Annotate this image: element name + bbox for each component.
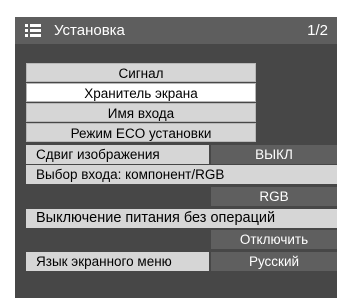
menu-list-icon (25, 24, 41, 37)
menu-title: Установка (54, 22, 125, 39)
page-indicator: 1/2 (307, 22, 328, 39)
menu-frame: Установка 1/2 Сигнал Хранитель экрана Им… (15, 17, 337, 298)
osd-language-label[interactable]: Язык экранного меню (26, 252, 209, 271)
no-activity-power-off-label[interactable]: Выключение питания без операций (26, 209, 337, 228)
image-shift-value[interactable]: ВЫКЛ (211, 145, 337, 164)
setup-menu: Установка 1/2 Сигнал Хранитель экрана Им… (0, 0, 337, 298)
no-activity-power-off-value[interactable]: Отключить (211, 230, 337, 249)
image-shift-label[interactable]: Сдвиг изображения (26, 145, 209, 164)
input-select-value[interactable]: RGB (211, 187, 337, 206)
menu-header: Установка 1/2 (15, 17, 337, 44)
submenu-screensaver-button[interactable]: Хранитель экрана (26, 83, 256, 102)
submenu-input-label-button[interactable]: Имя входа (26, 103, 256, 122)
submenu-signal-button[interactable]: Сигнал (26, 63, 256, 82)
input-select-label[interactable]: Выбор входа: компонент/RGB (26, 165, 337, 184)
osd-language-value[interactable]: Русский (211, 252, 337, 271)
submenu-eco-mode-button[interactable]: Режим ECO установки (26, 123, 256, 142)
